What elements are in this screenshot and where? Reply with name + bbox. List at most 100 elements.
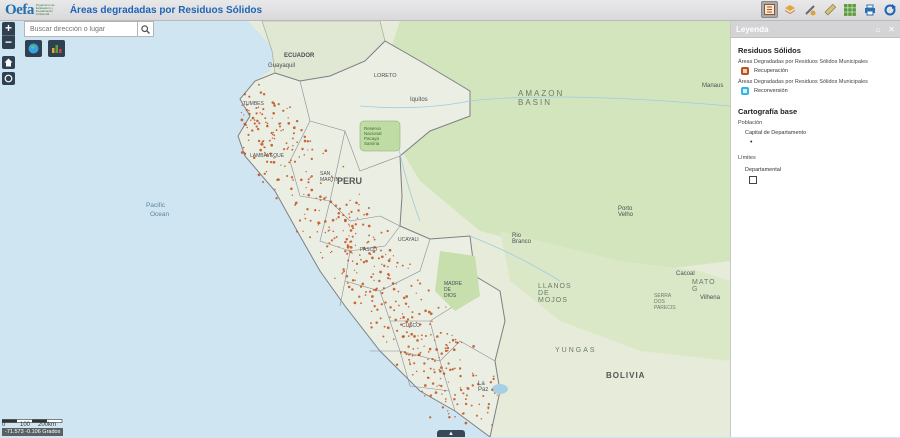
degraded-area-point[interactable] — [288, 161, 290, 164]
degraded-area-point[interactable] — [303, 154, 306, 156]
degraded-area-point[interactable] — [276, 178, 279, 181]
degraded-area-point[interactable] — [349, 229, 353, 232]
chart-widget-button[interactable] — [48, 40, 65, 57]
degraded-area-point[interactable] — [307, 149, 309, 151]
degraded-area-point[interactable] — [447, 346, 450, 350]
degraded-area-point[interactable] — [270, 143, 274, 147]
degraded-area-point[interactable] — [411, 373, 414, 376]
degraded-area-point[interactable] — [386, 341, 388, 343]
degraded-area-point[interactable] — [329, 251, 332, 254]
degraded-area-point[interactable] — [351, 288, 354, 291]
degraded-area-point[interactable] — [314, 209, 317, 212]
degraded-area-point[interactable] — [290, 176, 294, 179]
degraded-area-point[interactable] — [388, 248, 392, 252]
degraded-area-point[interactable] — [380, 231, 383, 234]
degraded-area-point[interactable] — [475, 374, 477, 377]
degraded-area-point[interactable] — [295, 119, 299, 123]
degraded-area-point[interactable] — [408, 358, 411, 361]
degraded-area-point[interactable] — [348, 235, 350, 237]
degraded-area-point[interactable] — [324, 149, 328, 153]
degraded-area-point[interactable] — [489, 380, 493, 384]
degraded-area-point[interactable] — [317, 224, 320, 226]
degraded-area-point[interactable] — [413, 335, 416, 338]
degraded-area-point[interactable] — [273, 104, 276, 107]
degraded-area-point[interactable] — [438, 356, 440, 359]
degraded-area-point[interactable] — [380, 249, 382, 252]
degraded-area-point[interactable] — [383, 325, 386, 328]
degraded-area-point[interactable] — [334, 277, 336, 280]
basemap-gallery-button[interactable] — [841, 1, 858, 18]
degraded-area-point[interactable] — [307, 178, 310, 181]
degraded-area-point[interactable] — [395, 363, 399, 366]
degraded-area-point[interactable] — [446, 332, 449, 335]
degraded-area-point[interactable] — [306, 207, 309, 211]
degraded-area-point[interactable] — [354, 223, 357, 226]
degraded-area-point[interactable] — [381, 291, 384, 295]
degraded-area-point[interactable] — [349, 246, 353, 249]
degraded-area-point[interactable] — [311, 148, 314, 151]
degraded-area-point[interactable] — [446, 345, 449, 347]
degraded-area-point[interactable] — [377, 257, 380, 260]
degraded-area-point[interactable] — [367, 206, 370, 210]
degraded-area-point[interactable] — [456, 403, 459, 406]
degraded-area-point[interactable] — [447, 362, 450, 365]
degraded-area-point[interactable] — [409, 363, 412, 366]
degraded-area-point[interactable] — [397, 290, 400, 293]
degraded-area-point[interactable] — [289, 106, 291, 109]
degraded-area-point[interactable] — [389, 258, 391, 260]
degraded-area-point[interactable] — [282, 128, 284, 131]
degraded-area-point[interactable] — [414, 354, 416, 357]
degraded-area-point[interactable] — [259, 91, 263, 94]
degraded-area-point[interactable] — [429, 416, 432, 419]
degraded-area-point[interactable] — [393, 309, 396, 312]
degraded-area-point[interactable] — [444, 349, 448, 353]
degraded-area-point[interactable] — [344, 218, 347, 222]
degraded-area-point[interactable] — [494, 392, 496, 394]
degraded-area-point[interactable] — [353, 269, 356, 271]
degraded-area-point[interactable] — [365, 212, 369, 216]
degraded-area-point[interactable] — [315, 197, 317, 199]
degraded-area-point[interactable] — [431, 357, 434, 361]
degraded-area-point[interactable] — [423, 370, 425, 373]
degraded-area-point[interactable] — [423, 362, 426, 365]
degraded-area-point[interactable] — [346, 282, 349, 284]
degraded-area-point[interactable] — [271, 137, 274, 139]
degraded-area-point[interactable] — [380, 303, 383, 306]
degraded-area-point[interactable] — [392, 287, 396, 291]
degraded-area-point[interactable] — [427, 289, 430, 292]
degraded-area-point[interactable] — [326, 245, 329, 248]
degraded-area-point[interactable] — [386, 229, 389, 233]
degraded-area-point[interactable] — [344, 240, 347, 244]
degraded-area-point[interactable] — [250, 119, 252, 121]
degraded-area-point[interactable] — [240, 118, 244, 122]
degraded-area-point[interactable] — [444, 400, 447, 403]
degraded-area-point[interactable] — [408, 353, 410, 356]
degraded-area-point[interactable] — [431, 382, 435, 385]
degraded-area-point[interactable] — [346, 244, 349, 247]
degraded-area-point[interactable] — [433, 360, 436, 362]
degraded-area-point[interactable] — [412, 348, 415, 350]
degraded-area-point[interactable] — [274, 188, 276, 190]
degraded-area-point[interactable] — [372, 236, 375, 238]
degraded-area-point[interactable] — [284, 165, 286, 168]
degraded-area-point[interactable] — [266, 122, 269, 125]
degraded-area-point[interactable] — [319, 195, 322, 199]
degraded-area-point[interactable] — [328, 242, 331, 244]
degraded-area-point[interactable] — [368, 290, 372, 293]
degraded-area-point[interactable] — [354, 232, 357, 235]
degraded-area-point[interactable] — [280, 130, 282, 132]
degraded-area-point[interactable] — [309, 140, 312, 142]
degraded-area-point[interactable] — [465, 394, 468, 397]
degraded-area-point[interactable] — [247, 133, 250, 136]
degraded-area-point[interactable] — [335, 235, 338, 238]
degraded-area-point[interactable] — [371, 256, 374, 260]
degraded-area-point[interactable] — [444, 389, 446, 392]
degraded-area-point[interactable] — [348, 245, 350, 247]
degraded-area-point[interactable] — [246, 126, 249, 129]
degraded-area-point[interactable] — [371, 295, 374, 298]
degraded-area-point[interactable] — [272, 160, 276, 164]
degraded-area-point[interactable] — [373, 265, 376, 268]
degraded-area-point[interactable] — [277, 102, 280, 106]
degraded-area-point[interactable] — [402, 296, 406, 300]
degraded-area-point[interactable] — [263, 146, 266, 149]
